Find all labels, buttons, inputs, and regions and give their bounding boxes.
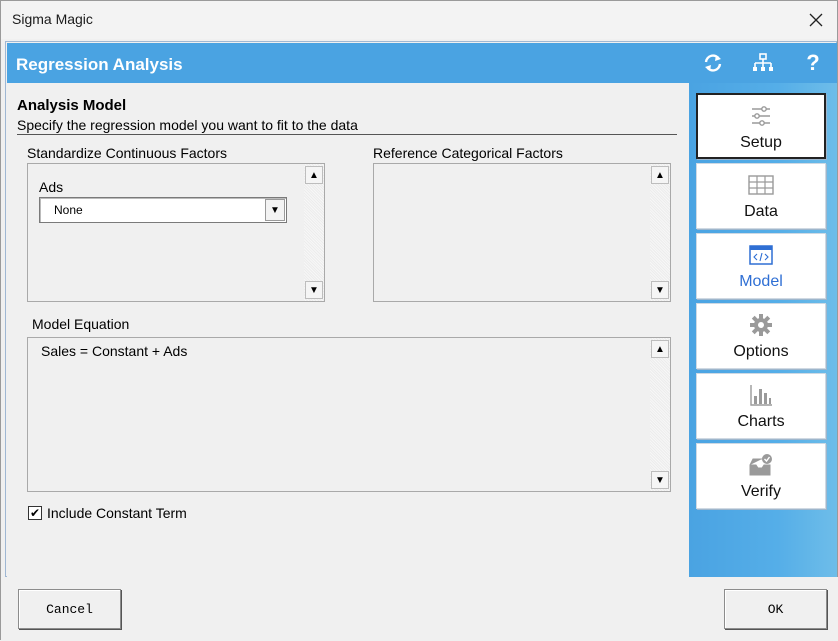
equation-textbox[interactable]: Sales = Constant + Ads ▲ ▼ [27, 337, 671, 492]
title-bar: Sigma Magic [1, 1, 837, 39]
dialog-window: Sigma Magic Regression Analysis ? Analys… [0, 0, 838, 641]
sidebar-item-setup[interactable]: Setup [696, 93, 826, 159]
help-icon[interactable]: ? [801, 50, 825, 75]
include-constant-label: Include Constant Term [47, 505, 187, 521]
chevron-down-icon[interactable]: ▼ [265, 199, 285, 221]
scroll-up-icon[interactable]: ▲ [651, 340, 669, 358]
equation-label: Model Equation [32, 316, 130, 332]
sidebar-item-verify[interactable]: Verify [696, 443, 826, 509]
scroll-down-icon[interactable]: ▼ [651, 281, 669, 299]
sidebar-item-label: Setup [740, 134, 782, 151]
code-window-icon [697, 242, 825, 268]
standardize-ads-select[interactable]: None ▼ [39, 197, 287, 223]
header-bar: Regression Analysis ? [7, 43, 837, 83]
reference-label: Reference Categorical Factors [373, 145, 563, 161]
page-title: Regression Analysis [16, 55, 183, 74]
window-title: Sigma Magic [12, 11, 93, 27]
main-panel: Analysis Model Specify the regression mo… [7, 83, 689, 577]
close-icon[interactable] [801, 5, 831, 35]
sidebar: Setup Data Model Options Charts Verify [689, 83, 837, 577]
inbox-check-icon [697, 452, 825, 478]
sidebar-item-data[interactable]: Data [696, 163, 826, 229]
table-icon [697, 172, 825, 198]
scrollbar[interactable]: ▲ ▼ [650, 164, 670, 301]
cancel-button[interactable]: Cancel [18, 589, 121, 629]
scrollbar[interactable]: ▲ ▼ [304, 164, 324, 301]
select-value: None [54, 203, 83, 217]
sidebar-item-label: Verify [740, 483, 781, 500]
sidebar-item-label: Model [739, 273, 783, 290]
sidebar-item-label: Charts [737, 413, 785, 430]
bar-chart-icon [697, 382, 825, 408]
sidebar-item-options[interactable]: Options [696, 303, 826, 369]
reference-list: ▲ ▼ [373, 163, 671, 302]
scroll-up-icon[interactable]: ▲ [305, 166, 323, 184]
ok-button[interactable]: OK [724, 589, 827, 629]
standardize-list: Ads None ▼ ▲ ▼ [27, 163, 325, 302]
scroll-down-icon[interactable]: ▼ [651, 471, 669, 489]
scroll-up-icon[interactable]: ▲ [651, 166, 669, 184]
sidebar-item-label: Data [744, 203, 778, 220]
gear-icon [697, 312, 825, 338]
scroll-down-icon[interactable]: ▼ [305, 281, 323, 299]
hierarchy-icon[interactable] [751, 51, 775, 75]
sidebar-item-label: Options [733, 343, 789, 360]
section-title: Analysis Model [17, 97, 127, 114]
standardize-label: Standardize Continuous Factors [27, 145, 227, 161]
sidebar-item-model[interactable]: Model [696, 233, 826, 299]
include-constant-checkbox[interactable]: ✔ [28, 506, 42, 520]
section-divider [17, 134, 677, 135]
footer: Cancel OK [1, 577, 838, 641]
equation-text: Sales = Constant + Ads [41, 343, 188, 359]
sliders-icon [698, 103, 824, 129]
scrollbar[interactable]: ▲ ▼ [650, 338, 670, 491]
factor-label-ads: Ads [39, 179, 64, 195]
refresh-icon[interactable] [701, 51, 725, 75]
section-subtitle: Specify the regression model you want to… [17, 117, 358, 133]
sidebar-item-charts[interactable]: Charts [696, 373, 826, 439]
